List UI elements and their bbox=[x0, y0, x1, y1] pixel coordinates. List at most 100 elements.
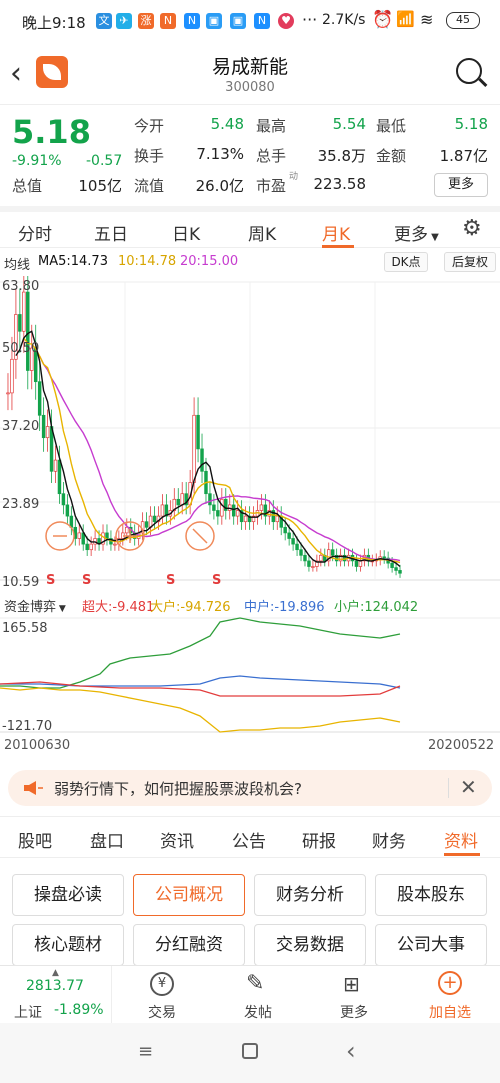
candle-body bbox=[243, 515, 248, 523]
search-icon[interactable] bbox=[456, 58, 482, 84]
close-icon[interactable]: ✕ bbox=[460, 775, 477, 799]
add-watchlist-button[interactable]: + 加自选 bbox=[402, 966, 498, 1024]
status-time: 晚上9:18 bbox=[22, 14, 86, 32]
candle-body bbox=[192, 414, 196, 483]
alarm-icon: ⏰ bbox=[372, 10, 394, 30]
caret-down-icon: ▼ bbox=[428, 232, 439, 243]
tab-daily-k[interactable]: 日K bbox=[172, 220, 200, 245]
tab-intraday[interactable]: 分时 bbox=[18, 220, 52, 245]
candle-body bbox=[216, 510, 220, 517]
low-value: 5.18 bbox=[454, 115, 488, 133]
small-flow-line bbox=[0, 617, 401, 689]
dk-point-button[interactable]: DK点 bbox=[384, 252, 428, 272]
candle-body bbox=[398, 570, 402, 574]
candle-body bbox=[10, 358, 14, 394]
speaker-icon bbox=[24, 781, 43, 795]
shareholders-button[interactable]: 股本股东 bbox=[375, 874, 487, 916]
tab-order-book[interactable]: 盘口 bbox=[90, 827, 124, 852]
trading-guide-button[interactable]: 操盘必读 bbox=[12, 874, 124, 916]
flow-y-min: -121.70 bbox=[2, 719, 52, 734]
tab-profile[interactable]: 资料 bbox=[444, 827, 478, 852]
banner-divider bbox=[448, 778, 449, 798]
candle-body bbox=[196, 414, 200, 450]
kline-chart[interactable]: 63.80 50.50 37.20 23.89 10.59 S S S S bbox=[0, 276, 500, 592]
fullscreen-icon[interactable] bbox=[185, 521, 215, 551]
fund-flow-title[interactable]: 资金博弈 ▼ bbox=[4, 596, 66, 615]
candle-body bbox=[358, 560, 363, 567]
super-large-flow: 超大:-9.481 bbox=[82, 600, 155, 615]
company-overview-button[interactable]: 公司概况 bbox=[133, 874, 245, 916]
tab-research[interactable]: 研报 bbox=[302, 827, 336, 852]
tab-forum[interactable]: 股吧 bbox=[18, 827, 52, 852]
network-speed: 2.7K/s bbox=[322, 12, 366, 28]
home-icon[interactable] bbox=[242, 1043, 258, 1059]
settings-gear-icon[interactable]: ⚙ bbox=[462, 216, 482, 241]
active-subtab-indicator bbox=[444, 853, 480, 856]
mktcap-value: 105亿 bbox=[78, 177, 122, 195]
date-start: 20100630 bbox=[4, 738, 71, 753]
trading-data-button[interactable]: 交易数据 bbox=[254, 924, 366, 966]
volume-label: 总手 bbox=[256, 147, 287, 165]
candle-body bbox=[311, 566, 315, 568]
quote-panel: 5.18 -9.91% -0.57 总值 105亿 今开 5.48 最高 5.5… bbox=[0, 104, 500, 204]
candle-body bbox=[41, 414, 46, 439]
candle-body bbox=[330, 549, 335, 556]
y-tick: 10.59 bbox=[2, 575, 39, 590]
wifi-icon: ≋ bbox=[420, 10, 434, 29]
more-label: 更多 bbox=[340, 1005, 368, 1021]
tab-news[interactable]: 资讯 bbox=[160, 827, 194, 852]
candle-body bbox=[18, 314, 22, 332]
more-quote-button[interactable]: 更多 bbox=[434, 173, 488, 197]
info-tabs: 股吧 盘口 资讯 公告 研报 财务 资料 bbox=[0, 816, 500, 858]
candle-body bbox=[22, 291, 26, 332]
tab-weekly-k[interactable]: 周K bbox=[248, 220, 276, 245]
period-tabs: 分时 五日 日K 周K 月K 更多 ▼ ⚙ bbox=[0, 206, 500, 248]
financial-analysis-button[interactable]: 财务分析 bbox=[254, 874, 366, 916]
tab-finance[interactable]: 财务 bbox=[372, 827, 406, 852]
amount-label: 金额 bbox=[376, 147, 407, 165]
index-ticker[interactable]: ▲ 2813.77 上证 -1.89% bbox=[0, 966, 112, 1024]
candle-body bbox=[61, 493, 66, 506]
more-notifications-icon: ··· bbox=[302, 10, 318, 29]
candle-body bbox=[394, 567, 398, 571]
sell-signal-marker: S bbox=[46, 573, 55, 588]
menu-icon[interactable]: ≡ bbox=[138, 1041, 153, 1062]
high-label: 最高 bbox=[256, 117, 287, 135]
post-label: 发帖 bbox=[244, 1005, 272, 1021]
candle-body bbox=[382, 556, 386, 559]
sell-signal-marker: S bbox=[212, 573, 221, 588]
plus-icon: + bbox=[438, 971, 462, 995]
trade-icon: ¥ bbox=[150, 972, 174, 996]
dividends-button[interactable]: 分红融资 bbox=[133, 924, 245, 966]
amount-value: 1.87亿 bbox=[439, 147, 488, 165]
tab-more[interactable]: 更多 ▼ bbox=[394, 220, 439, 245]
trade-button[interactable]: ¥ 交易 bbox=[114, 966, 210, 1024]
caret-up-icon: ▲ bbox=[52, 968, 59, 978]
core-themes-button[interactable]: 核心题材 bbox=[12, 924, 124, 966]
zoom-out-icon[interactable] bbox=[45, 521, 75, 551]
candle-body bbox=[259, 504, 264, 511]
tab-monthly-k[interactable]: 月K bbox=[322, 220, 350, 245]
tab-more-label: 更多 bbox=[394, 225, 428, 245]
y-tick: 23.89 bbox=[2, 497, 39, 512]
tab-five-day[interactable]: 五日 bbox=[94, 220, 128, 245]
system-nav-bar: ≡ ‹ bbox=[0, 1023, 500, 1083]
candle-body bbox=[6, 392, 10, 395]
more-button[interactable]: ⊞ 更多 bbox=[306, 966, 402, 1024]
fund-flow-chart[interactable]: 165.58 -121.70 bbox=[0, 616, 500, 734]
date-end: 20200522 bbox=[428, 738, 495, 753]
caret-down-icon: ▼ bbox=[56, 604, 66, 614]
candle-body bbox=[176, 498, 180, 506]
candle-body bbox=[45, 426, 50, 439]
back-nav-icon[interactable]: ‹ bbox=[346, 1037, 356, 1065]
company-events-button[interactable]: 公司大事 bbox=[375, 924, 487, 966]
promo-banner[interactable]: 弱势行情下，如何把握股票波段机会? ✕ bbox=[8, 770, 492, 806]
low-label: 最低 bbox=[376, 117, 407, 135]
float-value: 26.0亿 bbox=[195, 177, 244, 195]
tab-announcements[interactable]: 公告 bbox=[232, 827, 266, 852]
post-button[interactable]: ✎ 发帖 bbox=[210, 966, 306, 1024]
current-price: 5.18 bbox=[12, 113, 91, 151]
ma5-value: MA5:14.73 bbox=[38, 254, 108, 269]
adjust-price-button[interactable]: 后复权 bbox=[444, 252, 496, 272]
ma20-value: 20:15.00 bbox=[180, 254, 239, 269]
